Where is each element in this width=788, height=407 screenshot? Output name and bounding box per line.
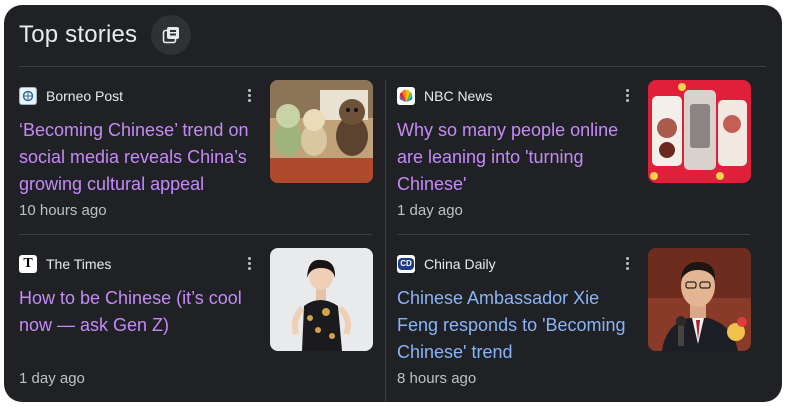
story-source: NBC News bbox=[397, 86, 492, 106]
story-time: 8 hours ago bbox=[397, 370, 477, 387]
section-title: Top stories bbox=[19, 21, 138, 48]
story-headline[interactable]: Why so many people online are leaning in… bbox=[397, 117, 637, 198]
source-name: The Times bbox=[46, 256, 112, 272]
story-source: T The Times bbox=[19, 254, 111, 274]
more-vert-icon[interactable] bbox=[241, 255, 257, 273]
more-vert-icon[interactable] bbox=[241, 87, 257, 105]
story-card[interactable]: T The Times How to be Chinese (it’s cool… bbox=[19, 248, 373, 402]
top-stories-header: Top stories bbox=[19, 5, 192, 65]
source-name: Borneo Post bbox=[46, 88, 124, 104]
story-headline[interactable]: Chinese Ambassador Xie Feng responds to … bbox=[397, 285, 637, 366]
story-time: 1 day ago bbox=[397, 202, 463, 219]
story-card[interactable]: CD China Daily Chinese Ambassador Xie Fe… bbox=[397, 248, 751, 402]
story-source: Borneo Post bbox=[19, 86, 123, 106]
stack-icon bbox=[162, 27, 180, 44]
more-vert-icon[interactable] bbox=[619, 87, 635, 105]
story-card[interactable]: NBC News Why so many people online are l… bbox=[397, 80, 751, 240]
story-thumbnail[interactable] bbox=[648, 248, 751, 351]
header-divider bbox=[19, 66, 766, 67]
story-time: 1 day ago bbox=[19, 370, 85, 387]
story-headline[interactable]: ‘Becoming Chinese’ trend on social media… bbox=[19, 117, 259, 198]
column-divider bbox=[385, 80, 386, 402]
story-card[interactable]: Borneo Post ‘Becoming Chinese’ trend on … bbox=[19, 80, 373, 240]
story-time: 10 hours ago bbox=[19, 202, 107, 219]
more-stories-button[interactable] bbox=[151, 15, 192, 55]
story-headline[interactable]: How to be Chinese (it’s cool now — ask G… bbox=[19, 285, 259, 339]
story-thumbnail[interactable] bbox=[270, 80, 373, 183]
china-daily-favicon-icon: CD bbox=[397, 255, 415, 273]
source-name: NBC News bbox=[424, 88, 493, 104]
story-thumbnail[interactable] bbox=[270, 248, 373, 351]
more-vert-icon[interactable] bbox=[619, 255, 635, 273]
nbc-peacock-icon bbox=[397, 87, 415, 105]
the-times-favicon-icon: T bbox=[19, 255, 37, 273]
story-source: CD China Daily bbox=[397, 254, 496, 274]
story-thumbnail[interactable] bbox=[648, 80, 751, 183]
borneo-post-favicon-icon bbox=[19, 87, 37, 105]
top-stories-card: Top stories Borneo Post ‘Becoming Chines… bbox=[4, 5, 782, 402]
source-name: China Daily bbox=[424, 256, 496, 272]
